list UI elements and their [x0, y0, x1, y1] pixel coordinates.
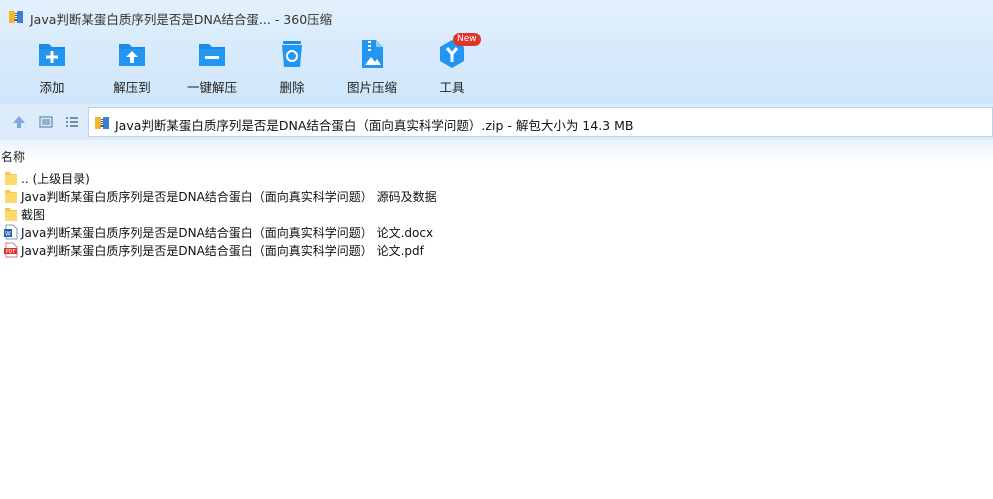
folder-icon: [5, 172, 17, 185]
new-badge: New: [453, 33, 481, 46]
file-name: .. (上级目录): [21, 172, 90, 186]
pdf-icon: PDF: [4, 242, 18, 258]
tools-label: 工具: [439, 80, 465, 95]
column-name-header[interactable]: 名称: [1, 148, 25, 165]
add-icon: [39, 44, 65, 66]
list-item-docx[interactable]: W Java判断某蛋白质序列是否是DNA结合蛋白（面向真实科学问题） 论文.do…: [0, 223, 993, 241]
extract-to-icon: [119, 44, 145, 66]
file-name: Java判断某蛋白质序列是否是DNA结合蛋白（面向真实科学问题） 论文.docx: [21, 226, 434, 240]
address-bar[interactable]: Java判断某蛋白质序列是否是DNA结合蛋白（面向真实科学问题）.zip - 解…: [88, 107, 993, 137]
image-compress-button[interactable]: 图片压缩: [336, 38, 408, 98]
title-bar: Java判断某蛋白质序列是否是DNA结合蛋... - 360压缩: [0, 0, 993, 34]
file-list: .. (上级目录) Java判断某蛋白质序列是否是DNA结合蛋白（面向真实科学问…: [0, 169, 993, 259]
delete-button[interactable]: 删除: [256, 38, 328, 98]
folder-icon: [5, 190, 17, 203]
list-item-parent-dir[interactable]: .. (上级目录): [0, 169, 993, 187]
list-item-screenshot-folder[interactable]: 截图: [0, 205, 993, 223]
zip-file-icon: [95, 117, 109, 129]
add-label: 添加: [39, 80, 65, 95]
top-band: Java判断某蛋白质序列是否是DNA结合蛋... - 360压缩 添加 解压到: [0, 0, 993, 104]
list-item-source-folder[interactable]: Java判断某蛋白质序列是否是DNA结合蛋白（面向真实科学问题） 源码及数据: [0, 187, 993, 205]
app-zip-icon: [9, 11, 23, 23]
image-compress-icon: [362, 40, 383, 68]
add-button[interactable]: 添加: [16, 38, 88, 98]
one-click-extract-button[interactable]: 一键解压: [176, 38, 248, 98]
list-item-pdf[interactable]: PDF Java判断某蛋白质序列是否是DNA结合蛋白（面向真实科学问题） 论文.…: [0, 241, 993, 259]
window-title: Java判断某蛋白质序列是否是DNA结合蛋... - 360压缩: [30, 12, 333, 27]
file-name: Java判断某蛋白质序列是否是DNA结合蛋白（面向真实科学问题） 论文.pdf: [21, 244, 424, 258]
column-header: 名称: [0, 140, 993, 164]
image-compress-label: 图片压缩: [346, 80, 397, 95]
thumbnail-view-icon[interactable]: [38, 114, 54, 130]
list-view-icon[interactable]: [64, 114, 80, 130]
svg-text:W: W: [5, 231, 11, 238]
one-click-extract-icon: [199, 44, 225, 66]
one-click-extract-label: 一键解压: [186, 80, 237, 95]
svg-text:PDF: PDF: [6, 249, 16, 255]
tools-button[interactable]: 工具: [416, 38, 488, 98]
extract-to-button[interactable]: 解压到: [96, 38, 168, 98]
address-row: Java判断某蛋白质序列是否是DNA结合蛋白（面向真实科学问题）.zip - 解…: [0, 104, 993, 140]
folder-icon: [5, 208, 17, 221]
word-doc-icon: W: [4, 224, 18, 240]
up-arrow-icon[interactable]: [11, 114, 27, 130]
file-name: Java判断某蛋白质序列是否是DNA结合蛋白（面向真实科学问题） 源码及数据: [21, 190, 437, 204]
extract-to-label: 解压到: [113, 80, 151, 95]
file-name: 截图: [21, 208, 46, 222]
delete-label: 删除: [279, 80, 305, 95]
delete-icon: [282, 41, 302, 67]
address-text: Java判断某蛋白质序列是否是DNA结合蛋白（面向真实科学问题）.zip - 解…: [115, 118, 634, 133]
